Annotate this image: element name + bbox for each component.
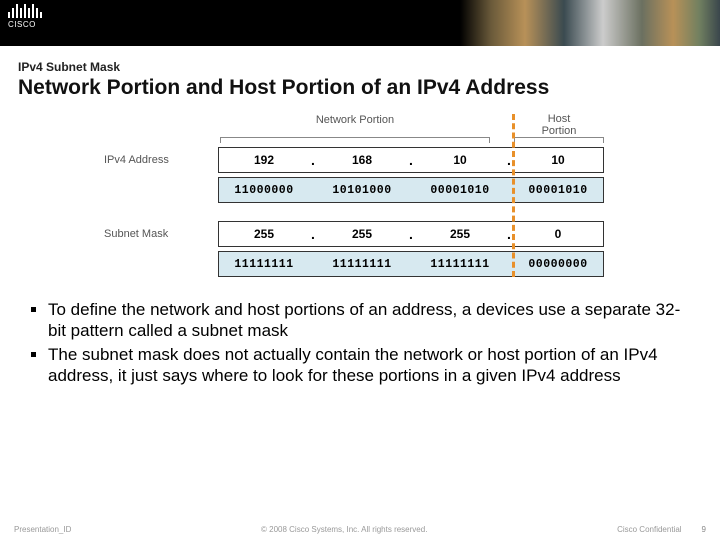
mask-oct-2: 255 [317,222,407,246]
copyright: © 2008 Cisco Systems, Inc. All rights re… [71,525,617,534]
subnet-mask-label: Subnet Mask [100,228,218,240]
bullet-1: To define the network and host portions … [48,299,690,342]
mask-bin-3: 11111111 [415,252,505,276]
cisco-logo-bars-icon [8,4,42,18]
ip-bin-2: 10101000 [317,178,407,202]
ip-oct-1: 192 [219,148,309,172]
ip-bin-3: 00001010 [415,178,505,202]
bullet-list: To define the network and host portions … [0,281,720,386]
dot: . [309,222,317,246]
ip-bin-1: 11000000 [219,178,309,202]
section-label: IPv4 Subnet Mask [0,46,720,76]
subnet-diagram: Network Portion Host Portion IPv4 Addres… [100,110,620,277]
page-title: Network Portion and Host Portion of an I… [0,76,720,110]
ipv4-decimal-row: IPv4 Address 192 . 168 . 10 . 10 [100,147,620,173]
bullet-2: The subnet mask does not actually contai… [48,344,690,387]
ipv4-binary-row: 11000000 10101000 00001010 00001010 [100,177,620,203]
ipv4-address-label: IPv4 Address [100,154,218,166]
mask-bin-1: 11111111 [219,252,309,276]
network-host-divider [512,114,515,277]
ip-oct-3: 10 [415,148,505,172]
dot: . [407,148,415,172]
mask-bin-2: 11111111 [317,252,407,276]
dot: . [309,148,317,172]
slide-footer: Presentation_ID © 2008 Cisco Systems, In… [0,525,720,534]
mask-oct-1: 255 [219,222,309,246]
header-photo-strip [460,0,720,46]
page-number: 9 [702,525,706,534]
mask-oct-4: 0 [513,222,603,246]
cisco-logo-text: CISCO [8,20,42,29]
mask-oct-3: 255 [415,222,505,246]
presentation-id: Presentation_ID [14,525,71,534]
ip-bin-4: 00001010 [513,178,603,202]
dot: . [407,222,415,246]
mask-decimal-row: Subnet Mask 255 . 255 . 255 . 0 [100,221,620,247]
slide-header: CISCO [0,0,720,46]
network-portion-label: Network Portion [220,114,490,137]
ip-oct-4: 10 [513,148,603,172]
mask-bin-4: 00000000 [513,252,603,276]
confidential-label: Cisco Confidential [617,525,681,534]
portion-brace [220,137,620,145]
ip-oct-2: 168 [317,148,407,172]
mask-binary-row: 11111111 11111111 11111111 00000000 [100,251,620,277]
cisco-logo: CISCO [0,0,50,33]
host-portion-label: Host Portion [514,114,604,137]
